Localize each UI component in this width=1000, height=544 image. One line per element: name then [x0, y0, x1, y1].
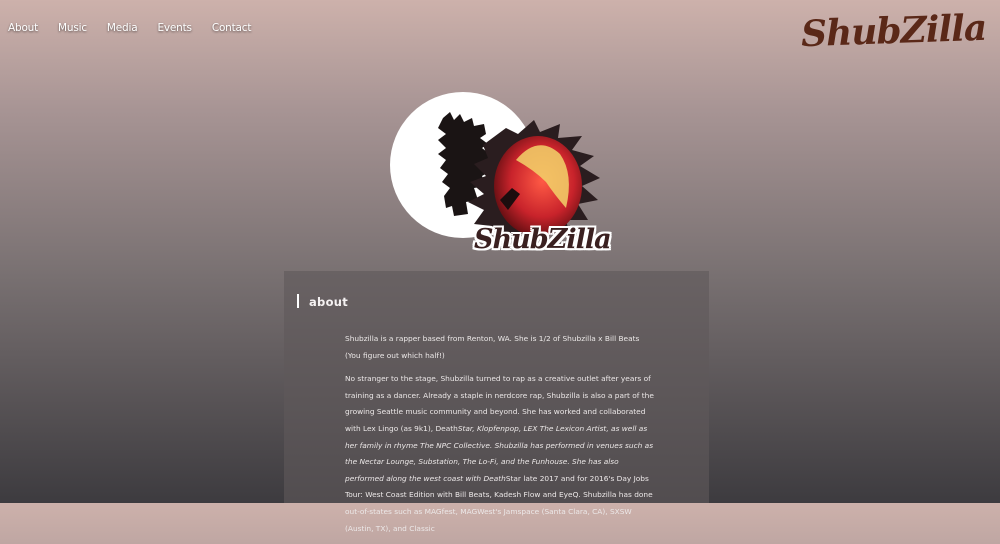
nav-music[interactable]: Music — [58, 22, 87, 34]
about-body: Shubzilla is a rapper based from Renton,… — [345, 331, 655, 544]
nav-media[interactable]: Media — [107, 22, 138, 34]
hero-logo-image: ShubZilla — [388, 90, 612, 265]
main-nav: About Music Media Events Contact — [8, 22, 271, 34]
nav-contact[interactable]: Contact — [212, 22, 252, 34]
nav-about[interactable]: About — [8, 22, 38, 34]
about-heading: about — [297, 294, 349, 309]
brand-logo[interactable]: ShubZilla — [800, 7, 987, 55]
about-paragraph-2: No stranger to the stage, Shubzilla turn… — [345, 371, 655, 537]
about-paragraph-1: Shubzilla is a rapper based from Renton,… — [345, 334, 640, 360]
nav-events[interactable]: Events — [157, 22, 192, 34]
about-heading-text: about — [309, 295, 349, 309]
about-panel: about Shubzilla is a rapper based from R… — [284, 271, 709, 533]
hero-wordmark: ShubZilla — [474, 224, 612, 255]
